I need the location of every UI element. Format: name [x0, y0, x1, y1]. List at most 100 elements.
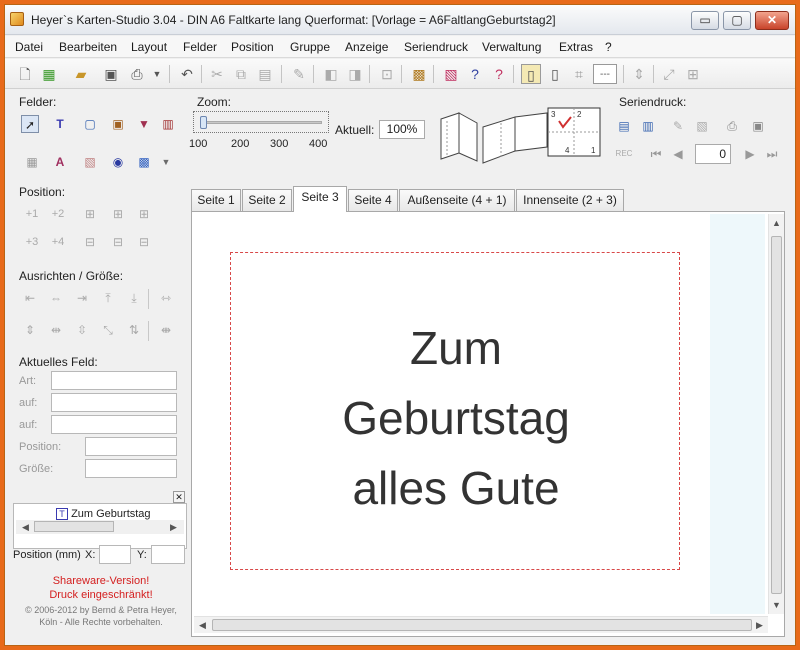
- align-bottom-icon[interactable]: ⤓: [125, 289, 143, 307]
- print-icon[interactable]: ⎙: [127, 64, 147, 84]
- field-position-input[interactable]: [85, 437, 177, 456]
- scroll-up-icon[interactable]: ▲: [772, 218, 781, 228]
- dashed-border-icon[interactable]: ---: [593, 64, 617, 84]
- horizontal-scroll-thumb[interactable]: [212, 619, 752, 631]
- vertical-scrollbar[interactable]: ▲ ▼: [768, 214, 784, 614]
- same-width-icon[interactable]: ⇿: [157, 289, 175, 307]
- menu-bearbeiten[interactable]: Bearbeiten: [59, 40, 117, 54]
- zoom-value-field[interactable]: 100%: [379, 120, 425, 139]
- maximize-button[interactable]: ▢: [723, 11, 751, 30]
- crop-icon[interactable]: ⌗: [569, 64, 589, 84]
- context-help-icon[interactable]: ?: [489, 64, 509, 84]
- scroll-down-icon[interactable]: ▼: [772, 600, 781, 610]
- print-dropdown-icon[interactable]: ▼: [147, 64, 167, 84]
- photo-field-icon[interactable]: ▥: [159, 115, 177, 133]
- mail-merge-data-icon[interactable]: ▤: [615, 117, 633, 135]
- record-icon[interactable]: REC: [615, 145, 633, 163]
- table-field-icon[interactable]: ▦: [23, 153, 41, 171]
- group-icon[interactable]: ⊡: [377, 64, 397, 84]
- zoom-slider-thumb[interactable]: [200, 116, 208, 129]
- field-type-input[interactable]: [51, 371, 177, 390]
- zoom-slider[interactable]: [193, 111, 329, 133]
- document-canvas[interactable]: Zum Geburtstag alles Gute ▲ ▼ ◀ ▶: [191, 211, 785, 637]
- next-record-icon[interactable]: ▶: [741, 145, 759, 163]
- field-list-thumb[interactable]: [34, 521, 114, 532]
- wordart-field-icon[interactable]: A: [51, 153, 69, 171]
- paste-icon[interactable]: ▤: [255, 64, 275, 84]
- fit-icon[interactable]: ⊞: [683, 64, 703, 84]
- tab-seite-4[interactable]: Seite 4: [348, 189, 398, 211]
- menu-seriendruck[interactable]: Seriendruck: [404, 40, 468, 54]
- position-left-icon[interactable]: ⊟: [81, 233, 99, 251]
- menu-gruppe[interactable]: Gruppe: [290, 40, 330, 54]
- align-top-icon[interactable]: ⤒: [99, 289, 117, 307]
- first-record-icon[interactable]: ⏮: [647, 145, 665, 163]
- pattern-icon[interactable]: ▧: [441, 64, 461, 84]
- menu-verwaltung[interactable]: Verwaltung: [482, 40, 541, 54]
- same-size-icon[interactable]: ⤡: [99, 321, 117, 339]
- mail-merge-print-icon[interactable]: ⎙: [723, 117, 741, 135]
- text-field-icon[interactable]: T: [51, 115, 69, 133]
- clipart-field-icon[interactable]: ▼: [135, 115, 153, 133]
- scroll-left-icon[interactable]: ◀: [199, 620, 206, 631]
- fit-width-icon[interactable]: ⇼: [157, 321, 175, 339]
- horizontal-scrollbar[interactable]: ◀ ▶: [194, 616, 768, 633]
- position-middle-icon[interactable]: ⊟: [109, 233, 127, 251]
- distribute-icon[interactable]: ⇕: [629, 64, 649, 84]
- title-bar[interactable]: Heyer`s Karten-Studio 3.04 - DIN A6 Falt…: [5, 5, 795, 35]
- menu-extras[interactable]: Extras: [559, 40, 593, 54]
- copy-icon[interactable]: ⧉: [231, 64, 251, 84]
- texture-field-icon[interactable]: ▧: [81, 153, 99, 171]
- minimize-button[interactable]: ▭: [691, 11, 719, 30]
- menu-help[interactable]: ?: [605, 40, 612, 54]
- close-button[interactable]: ✕: [755, 11, 789, 30]
- align-left-icon[interactable]: ⇤: [21, 289, 39, 307]
- bring-front-icon[interactable]: ◧: [321, 64, 341, 84]
- menu-layout[interactable]: Layout: [131, 40, 167, 54]
- field-on-input[interactable]: [51, 393, 177, 412]
- eraser-icon[interactable]: ✎: [289, 64, 309, 84]
- position-center-v-icon[interactable]: ⊞: [135, 205, 153, 223]
- scroll-right-icon[interactable]: ▶: [756, 620, 763, 631]
- position-plus4-button[interactable]: +4: [47, 233, 69, 251]
- position-center-h-icon[interactable]: ⊞: [81, 205, 99, 223]
- fold-preview-open-icon[interactable]: [437, 109, 483, 165]
- page-outline-icon[interactable]: ▯: [545, 64, 565, 84]
- field-size-input[interactable]: [85, 459, 177, 478]
- position-plus2-button[interactable]: +2: [47, 205, 69, 223]
- mail-merge-fields-icon[interactable]: ▥: [639, 117, 657, 135]
- position-right-icon[interactable]: ⊟: [135, 233, 153, 251]
- resize-icon[interactable]: ⤢: [659, 64, 679, 84]
- image-icon[interactable]: ▩: [409, 64, 429, 84]
- distribute-v-icon[interactable]: ⇳: [73, 321, 91, 339]
- menu-position[interactable]: Position: [231, 40, 274, 54]
- field-on2-input[interactable]: [51, 415, 177, 434]
- position-plus3-button[interactable]: +3: [21, 233, 43, 251]
- menu-datei[interactable]: Datei: [15, 40, 43, 54]
- record-counter-field[interactable]: 0: [695, 144, 731, 164]
- undo-icon[interactable]: ↶: [177, 64, 197, 84]
- fold-preview-flat-icon[interactable]: [481, 109, 551, 165]
- image-field-icon[interactable]: ▣: [109, 115, 127, 133]
- frame-field-icon[interactable]: ▢: [81, 115, 99, 133]
- page-view-icon[interactable]: ▯: [521, 64, 541, 84]
- menu-felder[interactable]: Felder: [183, 40, 217, 54]
- vertical-scroll-thumb[interactable]: [771, 236, 782, 594]
- align-middle-icon[interactable]: ⇕: [21, 321, 39, 339]
- position-plus1-button[interactable]: +1: [21, 205, 43, 223]
- mail-merge-edit-icon[interactable]: ✎: [669, 117, 687, 135]
- tab-seite-1[interactable]: Seite 1: [191, 189, 241, 211]
- card-text-field[interactable]: Zum Geburtstag alles Gute: [231, 313, 681, 523]
- scroll-left-icon[interactable]: ◀: [22, 522, 29, 533]
- pointer-tool-icon[interactable]: ➚: [21, 115, 39, 133]
- send-back-icon[interactable]: ◨: [345, 64, 365, 84]
- position-x-input[interactable]: [99, 545, 131, 564]
- tab-seite-3[interactable]: Seite 3: [293, 186, 347, 212]
- menu-anzeige[interactable]: Anzeige: [345, 40, 388, 54]
- align-right-icon[interactable]: ⇥: [73, 289, 91, 307]
- card-page[interactable]: Zum Geburtstag alles Gute: [230, 252, 680, 570]
- previous-record-icon[interactable]: ◀: [669, 145, 687, 163]
- open-folder-icon[interactable]: ▰: [71, 64, 91, 84]
- page-layout-preview-icon[interactable]: 3 2 1 4: [547, 107, 601, 157]
- tab-innenseite[interactable]: Innenseite (2 + 3): [516, 189, 624, 211]
